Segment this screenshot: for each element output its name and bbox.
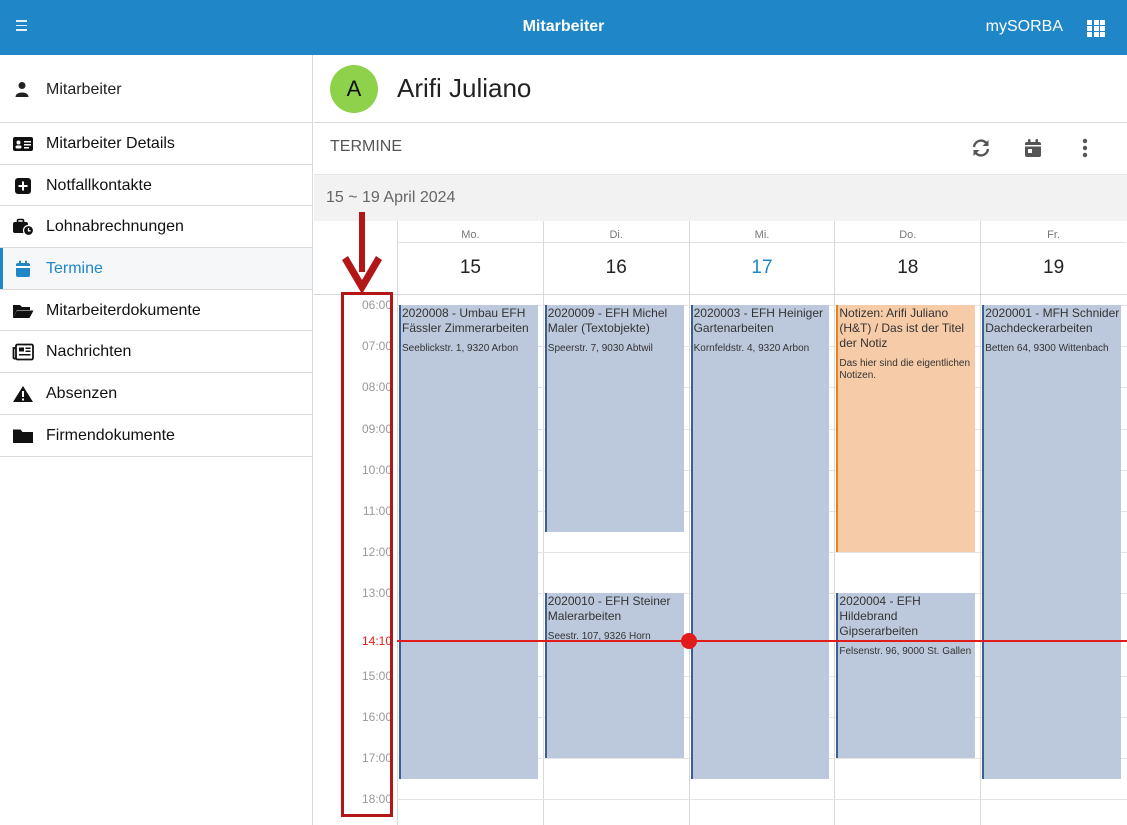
sidebar-item-nachrichten[interactable]: Nachrichten (0, 331, 312, 374)
event-title: 2020003 - EFH Heiniger Gartenarbeiten (693, 306, 823, 335)
day-column-divider (688, 295, 690, 825)
calendar-event[interactable]: Notizen: Arifi Juliano (H&T) / Das ist d… (836, 305, 976, 553)
day-header-19[interactable]: Fr. 19 (980, 221, 1126, 295)
calendar-day-header: Mo. 15 Di. 16 Mi. 17 Do. 18 Fr. 19 (314, 221, 1127, 295)
sidebar-item-label: Mitarbeiter Details (46, 135, 175, 152)
section-toolbar: TERMINE (314, 123, 1127, 175)
week-calendar: Mo. 15 Di. 16 Mi. 17 Do. 18 Fr. 19 06:00 07:00 08:0… (314, 221, 1127, 825)
sidebar-item-label: Mitarbeiterdokumente (46, 301, 201, 319)
apps-grid-icon[interactable] (1087, 20, 1105, 37)
folder-open-icon (13, 304, 34, 318)
sidebar-item-lohnabrechnungen[interactable]: Lohnabrechnungen (0, 206, 312, 249)
plus-square-icon (15, 177, 31, 194)
day-header-15[interactable]: Mo. 15 (397, 221, 543, 295)
briefcase-clock-icon (13, 219, 34, 237)
person-name: Arifi Juliano (397, 73, 532, 103)
sidebar-item-firmendokumente[interactable]: Firmendokumente (0, 415, 312, 457)
app-title: Mitarbeiter (522, 18, 605, 35)
day-number: 17 (751, 257, 773, 278)
day-column-divider (834, 295, 836, 825)
sidebar-item-notfallkontakte[interactable]: Notfallkontakte (0, 165, 312, 207)
event-address: Betten 64, 9300 Wittenbach (985, 343, 1109, 354)
calendar-event[interactable]: 2020009 - EFH Michel Maler (Textobjekte)… (544, 305, 684, 532)
section-title: TERMINE (330, 138, 402, 155)
event-title: 2020004 - EFH Hildebrand Gipserarbeiten (839, 594, 921, 639)
sidebar-item-label: Nachrichten (46, 343, 132, 361)
event-address: Kornfeldstr. 4, 9320 Arbon (693, 343, 810, 354)
day-header-divider (398, 242, 543, 243)
annotation-highlight-box (341, 292, 393, 817)
day-header-divider (981, 242, 1126, 243)
sidebar-item-mitarbeiter-details[interactable]: Mitarbeiter Details (0, 123, 312, 165)
annotation-arrow-down-icon (342, 212, 382, 294)
event-title: 2020010 - EFH Steiner Malerarbeiten (547, 594, 671, 624)
sidebar-item-label: Absenzen (46, 385, 118, 403)
sidebar-header: Mitarbeiter (0, 55, 312, 123)
event-address: Speerstr. 7, 9030 Abtwil (547, 343, 653, 354)
day-column-divider (980, 295, 982, 825)
top-app-bar: Mitarbeiter mySORBA (0, 0, 1127, 55)
sidebar-item-mitarbeiterdokumente[interactable]: Mitarbeiterdokumente (0, 290, 312, 332)
sidebar-item-absenzen[interactable]: Absenzen (0, 373, 312, 415)
newspaper-icon (12, 344, 34, 361)
day-header-16[interactable]: Di. 16 (542, 221, 689, 295)
day-header-divider (689, 242, 835, 243)
sidebar-item-termine[interactable]: Termine (0, 248, 312, 290)
calendar-icon (16, 260, 30, 278)
day-number: 15 (459, 257, 481, 278)
calendar-event[interactable]: 2020010 - EFH Steiner Malerarbeiten Seest… (544, 593, 684, 759)
day-number: 18 (897, 257, 919, 278)
day-header-divider (835, 242, 981, 243)
calendar-event[interactable]: 2020008 - Umbau EFH Fässler Zimmerarbeit… (399, 305, 538, 779)
id-card-icon (13, 137, 33, 151)
current-time-line (397, 640, 1127, 643)
day-number: 19 (1043, 257, 1065, 278)
event-title: Notizen: Arifi Juliano (H&T) / Das ist d… (839, 306, 965, 350)
day-name: Mo. (461, 229, 480, 241)
current-time-dot (680, 633, 697, 650)
calendar-event[interactable]: 2020001 - MFH Schnider Dachdeckerarbeite… (982, 305, 1121, 779)
day-header-17[interactable]: Mi. 17 (688, 221, 835, 295)
hour-gridline (397, 799, 1127, 801)
sidebar-header-label: Mitarbeiter (46, 81, 122, 98)
event-address: Das hier sind die eigentlichen Notizen. (839, 358, 971, 381)
person-icon (15, 82, 29, 97)
person-header: A Arifi Juliano (314, 55, 1127, 123)
calendar-event[interactable]: 2020003 - EFH Heiniger Gartenarbeiten Kor… (690, 305, 830, 779)
calendar-event[interactable]: 2020004 - EFH Hildebrand Gipserarbeiten F… (836, 593, 976, 759)
folder-icon (13, 429, 33, 443)
sidebar-item-label: Termine (46, 260, 103, 278)
main-content: A Arifi Juliano TERMINE 15 ~ 19 April 20… (314, 55, 1127, 825)
day-name: Mi. (754, 229, 770, 241)
event-address: Seeblickstr. 1, 9320 Arbon (402, 343, 519, 354)
day-number: 16 (605, 257, 627, 278)
sidebar-item-label: Firmendokumente (46, 426, 175, 444)
sidebar: Mitarbeiter Mitarbeiter Details Notfallk… (0, 55, 313, 825)
date-range-label: 15 ~ 19 April 2024 (326, 189, 456, 206)
sidebar-item-label: Lohnabrechnungen (46, 218, 184, 236)
day-name: Fr. (1047, 229, 1060, 241)
event-title: 2020009 - EFH Michel Maler (Textobjekte) (547, 306, 668, 335)
calendar-time-grid[interactable]: 06:00 07:00 08:00 09:00 10:00 11:00 12:00 13:00… (314, 295, 1127, 825)
brand-link[interactable]: mySORBA (986, 18, 1063, 36)
day-name: Do. (899, 229, 917, 241)
day-column-divider (397, 295, 398, 825)
calendar-today-icon[interactable] (1022, 137, 1044, 159)
sidebar-item-label: Notfallkontakte (46, 176, 152, 194)
day-header-18[interactable]: Do. 18 (834, 221, 981, 295)
day-column-divider (542, 295, 544, 825)
event-title: 2020001 - MFH Schnider Dachdeckerarbeite… (985, 306, 1120, 335)
date-range-bar: 15 ~ 19 April 2024 (314, 175, 1127, 221)
day-header-divider (543, 242, 689, 243)
more-vertical-icon[interactable] (1074, 137, 1096, 159)
event-title: 2020008 - Umbau EFH Fässler Zimmerarbeit… (402, 306, 529, 335)
day-name: Di. (609, 229, 623, 241)
avatar: A (330, 65, 378, 113)
warning-icon (13, 386, 33, 403)
refresh-icon[interactable] (970, 137, 992, 159)
